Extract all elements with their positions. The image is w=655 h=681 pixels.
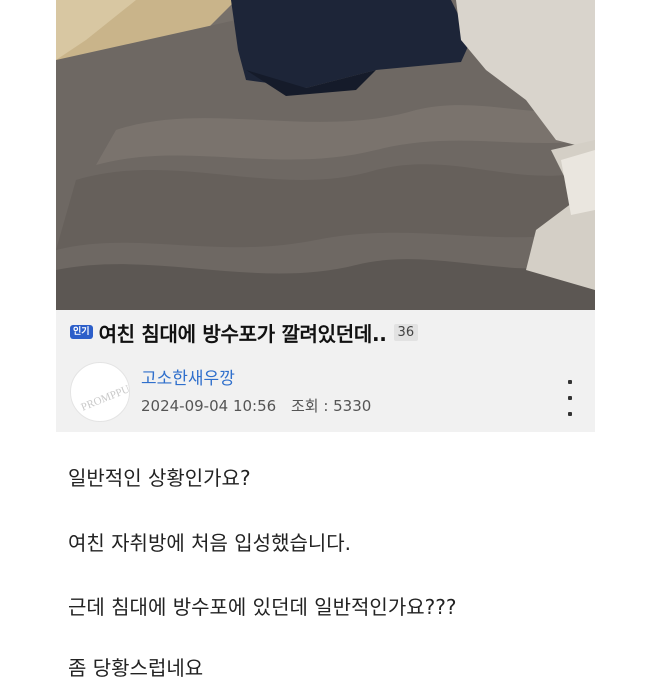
avatar[interactable]: PROMPPU xyxy=(70,362,130,422)
content-line: 일반적인 상황인가요? xyxy=(68,466,251,490)
popular-badge: 인기 xyxy=(70,325,93,339)
comment-count-badge[interactable]: 36 xyxy=(393,323,419,341)
content-line: 근데 침대에 방수포에 있던데 일반적인가요??? xyxy=(68,595,457,619)
post-title: 여친 침대에 방수포가 깔려있던데.. xyxy=(98,321,387,346)
content-line: 여친 자취방에 처음 입성했습니다. xyxy=(68,531,352,555)
post-image[interactable] xyxy=(56,0,595,310)
avatar-text: PROMPPU xyxy=(79,383,129,413)
post-meta: 2024-09-04 10:56 조회 : 5330 xyxy=(141,395,371,416)
post-date: 2024-09-04 10:56 xyxy=(141,397,277,415)
view-count: 조회 : 5330 xyxy=(290,397,372,415)
title-row: 인기 여친 침대에 방수포가 깔려있던데.. 36 xyxy=(70,318,419,346)
author-name[interactable]: 고소한새우깡 xyxy=(141,364,235,389)
post-header: 인기 여친 침대에 방수포가 깔려있던데.. 36 PROMPPU 고소한새우깡… xyxy=(56,310,595,432)
more-options-icon[interactable] xyxy=(560,380,580,416)
content-line: 좀 당황스럽네요 xyxy=(68,656,204,680)
